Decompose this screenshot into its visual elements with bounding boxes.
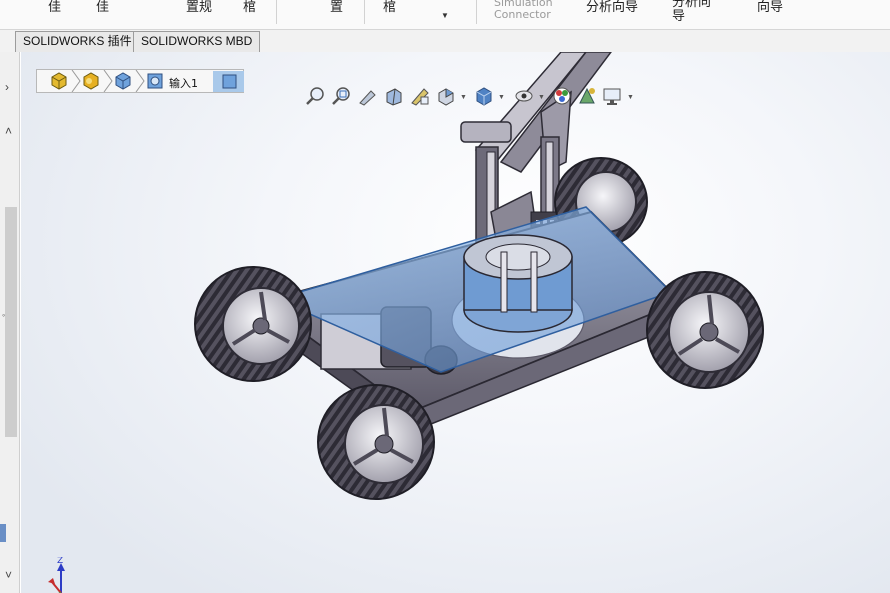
- wizard-button[interactable]: 向导: [757, 0, 783, 15]
- feature-manager-collapsed-panel: › ˄ ◦ ˅: [0, 52, 20, 593]
- breadcrumb-feature-icon[interactable]: [145, 71, 165, 91]
- coordinate-triad: Z X Y: [47, 557, 65, 593]
- display-style-dropdown-icon[interactable]: ▼: [498, 94, 505, 101]
- ribbon-separator: [476, 0, 477, 24]
- ribbon-item[interactable]: 佳: [96, 0, 109, 15]
- dynamic-annotation-icon[interactable]: [409, 85, 431, 107]
- appearance-icon[interactable]: [551, 85, 573, 107]
- panel-selection-marker: [0, 524, 6, 542]
- zoom-to-fit-icon[interactable]: [305, 85, 327, 107]
- turntable: [463, 234, 573, 333]
- breadcrumb-label[interactable]: 输入1: [169, 75, 198, 91]
- scroll-down-icon[interactable]: ˅: [5, 568, 12, 582]
- command-tabs: SOLIDWORKS 插件 SOLIDWORKS MBD: [0, 30, 890, 52]
- breadcrumb-chevron-icon: [135, 70, 145, 92]
- breadcrumb: 输入1: [36, 69, 244, 93]
- ribbon-item[interactable]: 棺: [243, 0, 256, 15]
- analysis-wizard-button-2[interactable]: 分析向 导: [672, 0, 711, 24]
- ribbon-separator: [364, 0, 365, 24]
- breadcrumb-part-yellow-2-icon[interactable]: [81, 71, 101, 91]
- simulation-connector-button[interactable]: Simulation Connector: [494, 0, 553, 21]
- ribbon-item[interactable]: 棺: [383, 0, 396, 15]
- panel-expand-chevron-icon[interactable]: ›: [5, 80, 9, 94]
- hide-show-dropdown-icon[interactable]: ▼: [538, 94, 545, 101]
- breadcrumb-chevron-icon: [71, 70, 81, 92]
- ribbon-item[interactable]: 佳: [48, 0, 61, 15]
- graphics-area[interactable]: ▼ ▼ ▼ ▼ 输入1 Z: [21, 52, 890, 593]
- breadcrumb-chevron-icon: [103, 70, 113, 92]
- display-style-icon[interactable]: [473, 85, 495, 107]
- command-manager-ribbon: 佳 佳 置规 棺 置 棺 ▼ Simulation Connector 分析向导…: [0, 0, 890, 30]
- wheel-front-left: [194, 266, 312, 382]
- analysis-wizard-button[interactable]: 分析向导: [586, 0, 638, 15]
- scene-icon[interactable]: [576, 85, 598, 107]
- panel-splitter-icon[interactable]: ◦: [2, 310, 5, 320]
- ribbon-separator: [276, 0, 277, 24]
- triad-z-label: Z: [57, 557, 63, 566]
- ribbon-item[interactable]: 置规: [186, 0, 212, 15]
- section-view-icon[interactable]: [383, 85, 405, 107]
- view-settings-dropdown-icon[interactable]: ▼: [627, 94, 634, 101]
- hide-show-icon[interactable]: [513, 85, 535, 107]
- ribbon-dropdown-arrow[interactable]: ▼: [441, 11, 449, 20]
- scroll-up-icon[interactable]: ˄: [5, 124, 12, 138]
- zoom-to-area-icon[interactable]: [331, 85, 353, 107]
- ribbon-item[interactable]: 置: [330, 0, 343, 15]
- view-orientation-icon[interactable]: [435, 85, 457, 107]
- panel-scrollbar[interactable]: [5, 207, 17, 437]
- previous-view-icon[interactable]: [357, 85, 379, 107]
- solidworks-window: 佳 佳 置规 棺 置 棺 ▼ Simulation Connector 分析向导…: [0, 0, 890, 593]
- view-settings-icon[interactable]: [601, 85, 623, 107]
- breadcrumb-current-body-icon: [222, 74, 237, 89]
- breadcrumb-part-yellow-icon[interactable]: [49, 71, 69, 91]
- tab-solidworks-addins[interactable]: SOLIDWORKS 插件: [15, 31, 140, 52]
- robot-car-model[interactable]: [21, 52, 890, 593]
- wheel-front-right: [646, 271, 764, 389]
- wheel-front-middle: [317, 384, 435, 500]
- view-orientation-dropdown-icon[interactable]: ▼: [460, 94, 467, 101]
- breadcrumb-part-blue-icon[interactable]: [113, 71, 133, 91]
- breadcrumb-current[interactable]: [213, 71, 244, 92]
- tab-solidworks-mbd[interactable]: SOLIDWORKS MBD: [133, 31, 261, 52]
